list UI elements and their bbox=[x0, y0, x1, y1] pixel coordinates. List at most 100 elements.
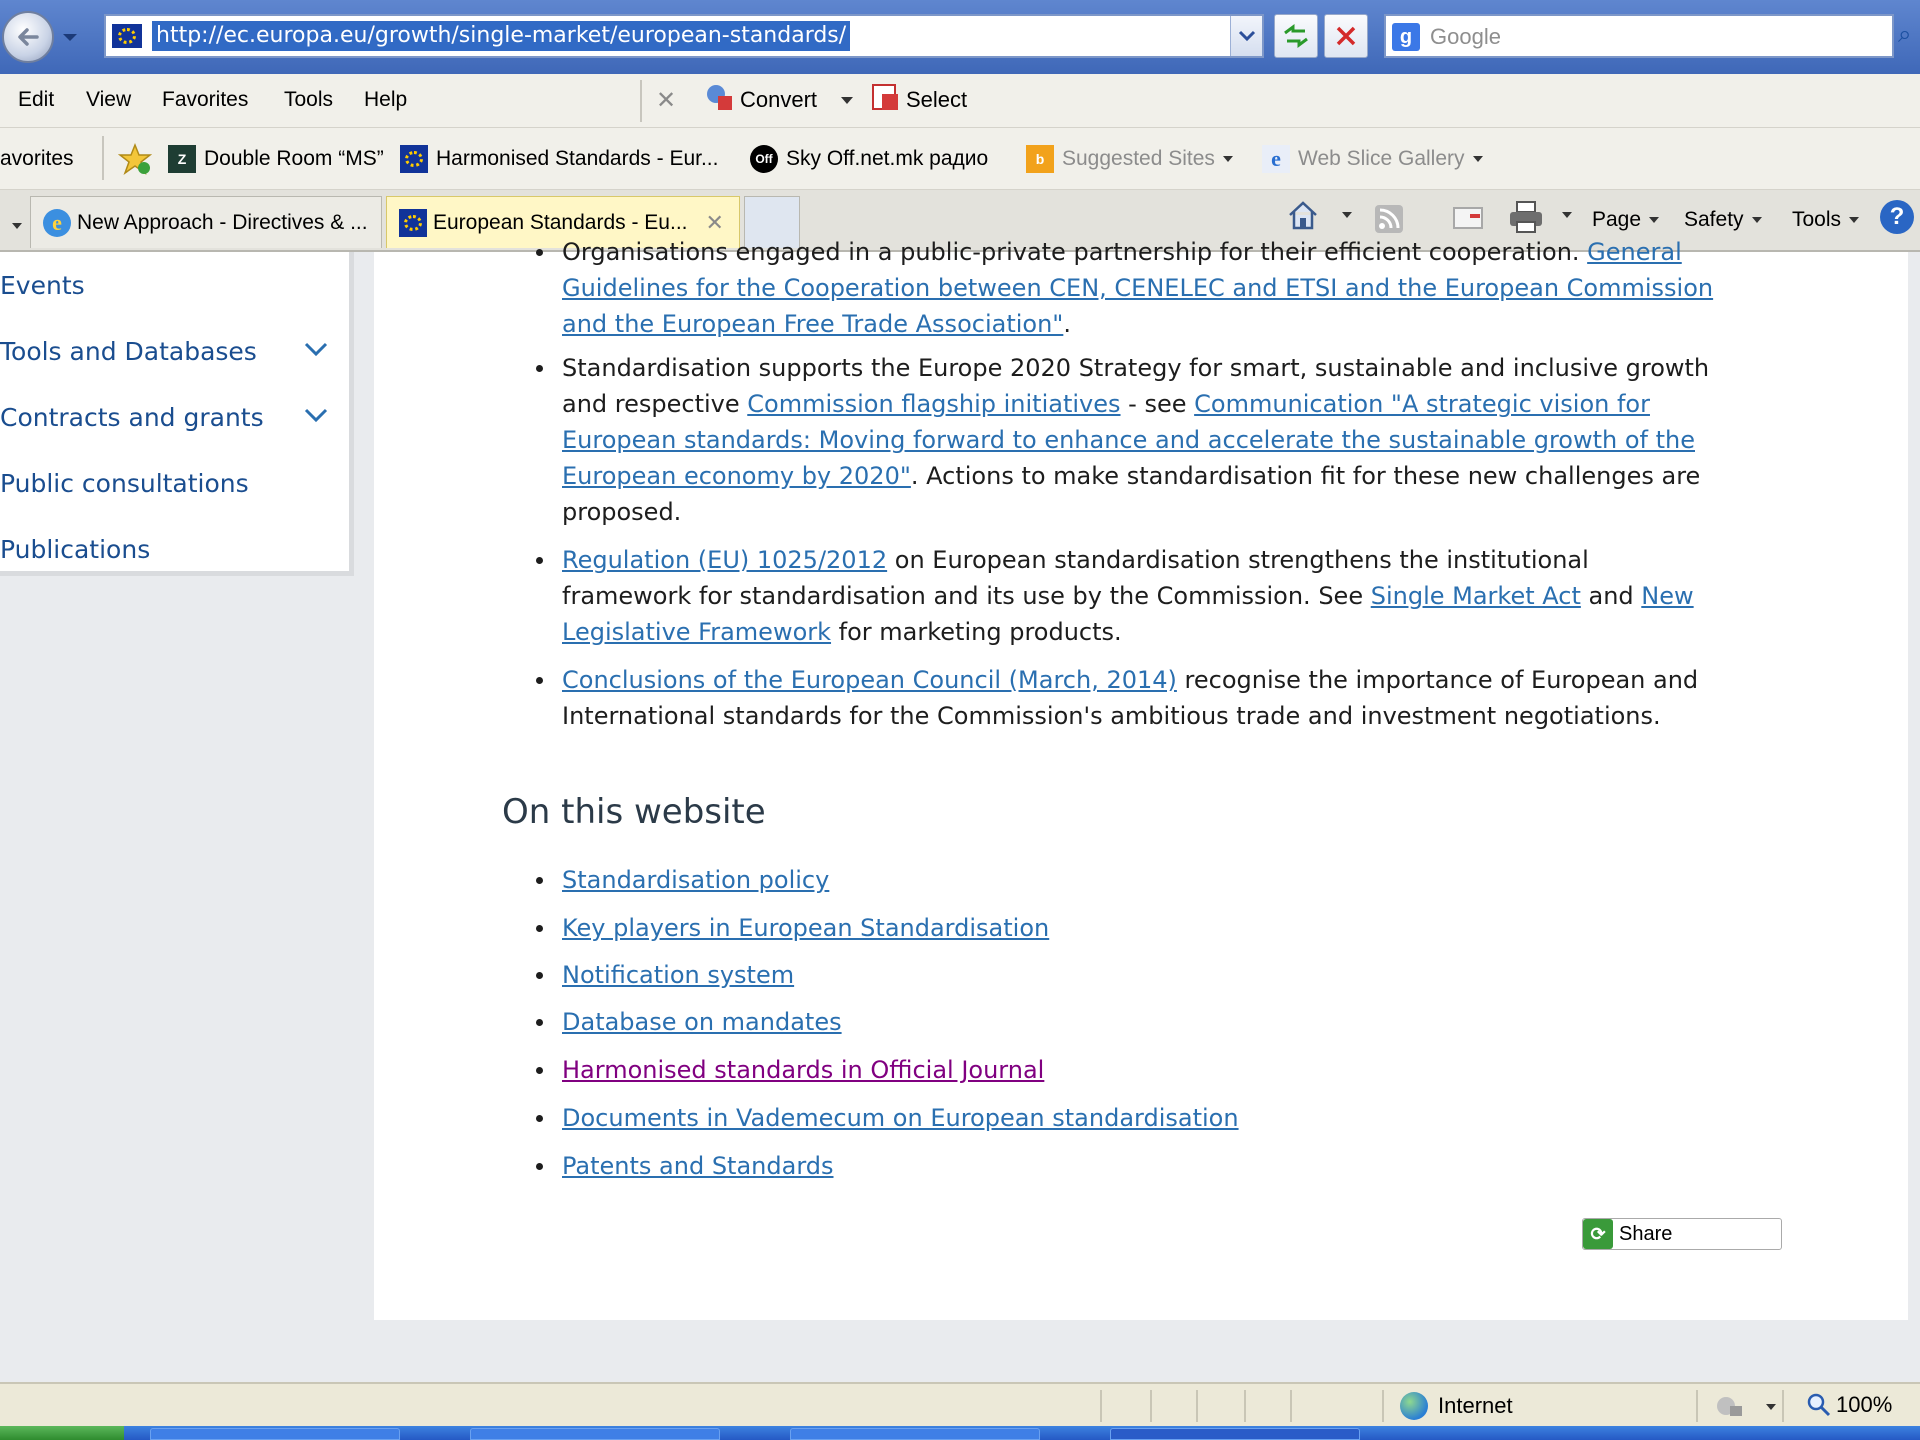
chevron-down-icon[interactable] bbox=[304, 406, 328, 424]
feeds-icon[interactable] bbox=[1374, 204, 1404, 234]
communication-strategic-vision-link[interactable]: Communication "A strategic vision for bbox=[1194, 390, 1650, 418]
search-icon[interactable]: ⌕ bbox=[1898, 20, 1920, 54]
general-guidelines-link-part[interactable]: General bbox=[1587, 238, 1682, 266]
menu-view[interactable]: View bbox=[86, 88, 131, 112]
favorite-suggested-sites[interactable]: b Suggested Sites bbox=[1026, 142, 1233, 176]
communication-strategic-vision-link-cont[interactable]: European standards: Moving forward to en… bbox=[562, 426, 1695, 454]
back-arrow-icon bbox=[18, 28, 39, 46]
favorites-label[interactable]: avorites bbox=[0, 142, 74, 176]
favorite-label: Harmonised Standards - Eur... bbox=[436, 147, 719, 170]
taskbar-button[interactable] bbox=[1110, 1428, 1360, 1440]
menu-favorites[interactable]: Favorites bbox=[162, 88, 248, 112]
new-legislative-framework-link[interactable]: New bbox=[1641, 582, 1693, 610]
select-pdf-icon bbox=[872, 84, 898, 110]
section-title: On this website bbox=[502, 792, 766, 832]
share-button[interactable]: ⟳ Share bbox=[1582, 1218, 1782, 1250]
communication-strategic-vision-link-end[interactable]: European economy by 2020" bbox=[562, 462, 911, 490]
sidebar-item-label: Tools and Databases bbox=[0, 336, 257, 366]
address-bar[interactable]: http://ec.europa.eu/growth/single-market… bbox=[104, 14, 1264, 58]
add-favorite-star-icon[interactable] bbox=[118, 142, 152, 176]
eu-flag-icon bbox=[399, 208, 427, 237]
safety-menu[interactable]: Safety bbox=[1684, 208, 1762, 232]
help-icon[interactable]: ? bbox=[1880, 200, 1914, 234]
sidebar-item-publications[interactable]: Publications bbox=[0, 516, 340, 582]
sidebar-item-public-consultations[interactable]: Public consultations bbox=[0, 450, 340, 516]
bullet-text: framework for standardisation and its us… bbox=[562, 582, 1371, 610]
eu-flag-icon bbox=[400, 145, 428, 173]
status-separator bbox=[1196, 1390, 1198, 1422]
recent-pages-dropdown-icon[interactable] bbox=[60, 28, 80, 48]
convert-button[interactable]: Convert bbox=[740, 87, 817, 113]
favorite-sky-off-net[interactable]: Off Sky Off.net.mk радио bbox=[750, 142, 988, 176]
tab-close-icon[interactable]: ✕ bbox=[706, 210, 724, 236]
taskbar-button[interactable] bbox=[790, 1428, 1040, 1440]
start-button[interactable] bbox=[0, 1426, 124, 1440]
protected-mode-icon[interactable] bbox=[1714, 1392, 1746, 1420]
convert-pdf-icon bbox=[707, 85, 732, 110]
bullet-text: - see bbox=[1120, 390, 1195, 418]
regulation-link[interactable]: Regulation (EU) 1025/2012 bbox=[562, 546, 887, 574]
print-icon[interactable] bbox=[1508, 200, 1544, 234]
chevron-down-icon bbox=[1238, 30, 1255, 42]
taskbar-button[interactable] bbox=[150, 1428, 400, 1440]
list-item-europe-2020: Standardisation supports the Europe 2020… bbox=[536, 350, 1862, 530]
sidebar-item-tools-and-databases[interactable]: Tools and Databases bbox=[0, 318, 340, 384]
menu-help[interactable]: Help bbox=[364, 88, 407, 112]
zoom-value: 100% bbox=[1836, 1392, 1893, 1417]
key-players-link[interactable]: Key players in European Standardisation bbox=[562, 914, 1049, 942]
page-menu-label: Page bbox=[1592, 208, 1642, 231]
vademecum-documents-link[interactable]: Documents in Vademecum on European stand… bbox=[562, 1104, 1239, 1132]
tab-new-approach[interactable]: e New Approach - Directives & ... bbox=[30, 196, 382, 248]
flagship-initiatives-link[interactable]: Commission flagship initiatives bbox=[747, 390, 1120, 418]
convert-dropdown-icon[interactable] bbox=[840, 96, 854, 106]
protected-mode-dropdown-icon[interactable] bbox=[1766, 1404, 1776, 1410]
sidebar-item-label: Public consultations bbox=[0, 468, 249, 498]
new-legislative-framework-link-end[interactable]: Legislative Framework bbox=[562, 618, 831, 646]
council-conclusions-link[interactable]: Conclusions of the European Council (Mar… bbox=[562, 666, 1177, 694]
status-separator bbox=[1244, 1390, 1246, 1422]
search-field[interactable]: g Google bbox=[1384, 14, 1894, 58]
favorite-label: Double Room “MS” bbox=[204, 147, 384, 170]
single-market-act-link[interactable]: Single Market Act bbox=[1371, 582, 1581, 610]
status-separator bbox=[1782, 1390, 1784, 1422]
standardisation-policy-link[interactable]: Standardisation policy bbox=[562, 866, 829, 894]
tab-list-dropdown-icon[interactable] bbox=[4, 214, 22, 233]
main-content: Organisations engaged in a public-privat… bbox=[374, 238, 1908, 1320]
list-item: Database on mandates bbox=[536, 1004, 1862, 1040]
sidebar-item-events[interactable]: Events bbox=[0, 252, 340, 318]
general-guidelines-link-end[interactable]: and the European Free Trade Association" bbox=[562, 310, 1063, 338]
zoom-level[interactable]: 100% bbox=[1806, 1392, 1892, 1418]
address-row: http://ec.europa.eu/growth/single-market… bbox=[0, 0, 1920, 74]
menu-edit[interactable]: Edit bbox=[18, 88, 54, 112]
chevron-down-icon bbox=[1649, 217, 1660, 223]
back-button[interactable] bbox=[2, 11, 54, 63]
home-dropdown-icon[interactable] bbox=[1342, 212, 1352, 218]
print-dropdown-icon[interactable] bbox=[1562, 212, 1572, 218]
read-mail-icon[interactable] bbox=[1452, 204, 1484, 232]
taskbar-button[interactable] bbox=[470, 1428, 720, 1440]
address-url[interactable]: http://ec.europa.eu/growth/single-market… bbox=[152, 21, 851, 51]
toolbar-close-icon[interactable]: ✕ bbox=[656, 86, 676, 114]
home-icon[interactable] bbox=[1286, 198, 1320, 232]
harmonised-standards-link[interactable]: Harmonised standards in Official Journal bbox=[562, 1056, 1044, 1084]
menu-tools[interactable]: Tools bbox=[284, 88, 333, 112]
tools-menu[interactable]: Tools bbox=[1792, 208, 1860, 232]
status-separator bbox=[1382, 1390, 1384, 1422]
patents-and-standards-link[interactable]: Patents and Standards bbox=[562, 1152, 834, 1180]
page-menu[interactable]: Page bbox=[1592, 208, 1660, 232]
security-zone[interactable]: Internet bbox=[1400, 1392, 1513, 1420]
favorite-web-slice-gallery[interactable]: e Web Slice Gallery bbox=[1262, 142, 1483, 176]
chevron-down-icon bbox=[1751, 217, 1762, 223]
select-button[interactable]: Select bbox=[906, 87, 967, 113]
sidebar-item-contracts-and-grants[interactable]: Contracts and grants bbox=[0, 384, 340, 450]
address-dropdown-button[interactable] bbox=[1230, 16, 1262, 56]
notification-system-link[interactable]: Notification system bbox=[562, 961, 794, 989]
database-on-mandates-link[interactable]: Database on mandates bbox=[562, 1008, 842, 1036]
general-guidelines-link[interactable]: Guidelines for the Cooperation between C… bbox=[562, 274, 1713, 302]
chevron-down-icon[interactable] bbox=[304, 340, 328, 358]
safety-menu-label: Safety bbox=[1684, 208, 1744, 231]
favorite-double-room[interactable]: Z Double Room “MS” bbox=[168, 142, 384, 176]
stop-button[interactable] bbox=[1324, 14, 1368, 58]
refresh-button[interactable] bbox=[1274, 14, 1318, 58]
favorite-harmonised-standards[interactable]: Harmonised Standards - Eur... bbox=[400, 142, 718, 176]
